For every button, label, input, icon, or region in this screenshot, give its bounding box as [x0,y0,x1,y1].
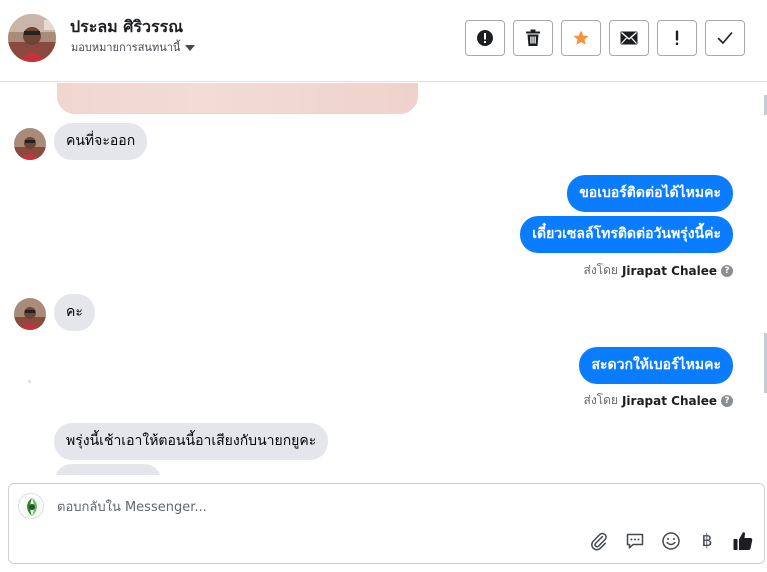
baht-icon: ฿ [701,531,713,551]
image-attachment[interactable] [57,83,418,114]
spam-button[interactable] [465,20,505,56]
mark-done-button[interactable] [705,20,745,56]
incoming-message[interactable]: คนที่จะออก [54,123,148,160]
sent-by-name[interactable]: Jirapat Chalee [622,394,717,408]
incoming-message[interactable]: พรุ่งนี้เช้าเอาให้ตอนนี้อาเสียงกับนายกยู… [54,423,329,460]
saved-reply-icon [626,533,644,549]
caret-down-icon [185,44,196,51]
alert-circle-icon [477,30,493,46]
trash-icon [526,29,540,46]
conversation-actions [465,20,745,56]
payment-button[interactable]: ฿ [696,530,718,552]
sent-by-name[interactable]: Jirapat Chalee [622,264,717,278]
outgoing-message[interactable]: สะดวกให้เบอร์ไหมคะ [579,347,733,384]
conversation-header: ประลม ศิริวรรณ มอบหมายการสนทนานี้ [0,0,767,82]
contact-avatar-small [14,298,46,330]
sent-by-prefix: ส่งโดย [583,393,618,407]
star-icon [573,30,589,45]
contact-avatar[interactable] [8,14,56,62]
reply-input[interactable] [57,496,737,518]
inbox-conversation-panel: ประลม ศิริวรรณ มอบหมายการสนทนานี้ คนที่จ… [0,0,767,572]
sent-by-prefix: ส่งโดย [583,263,618,277]
saved-replies-button[interactable] [624,530,646,552]
divider-dot [28,380,31,383]
sent-by-label: ส่งโดย Jirapat Chalee ? [583,391,733,410]
assign-conversation-dropdown[interactable]: มอบหมายการสนทนานี้ [71,38,196,56]
assign-label: มอบหมายการสนทนานี้ [71,41,181,54]
envelope-icon [620,31,638,45]
page-logo [18,493,44,519]
contact-avatar-small [14,128,46,160]
like-button[interactable] [732,530,754,552]
help-icon[interactable]: ? [721,264,733,277]
incoming-message-partial[interactable] [54,464,162,475]
emoji-button[interactable] [660,530,682,552]
sent-by-label: ส่งโดย Jirapat Chalee ? [583,261,733,280]
outgoing-message[interactable]: ขอเบอร์ติดต่อได้ไหมคะ [567,175,733,212]
emoji-icon [662,532,680,550]
exclamation-icon [675,30,679,46]
follow-up-button[interactable] [657,20,697,56]
help-icon[interactable]: ? [721,394,733,407]
reply-composer: ฿ [8,483,765,564]
contact-name[interactable]: ประลม ศิริวรรณ [70,15,183,40]
mark-unread-button[interactable] [609,20,649,56]
attach-file-button[interactable] [588,530,610,552]
star-button[interactable] [561,20,601,56]
message-thread[interactable]: คนที่จะออก ขอเบอร์ติดต่อได้ไหมคะ เดี๋ยวเ… [0,83,767,475]
incoming-message[interactable]: คะ [54,294,95,331]
delete-button[interactable] [513,20,553,56]
paperclip-icon [591,532,607,551]
thumbs-up-icon [733,532,753,550]
composer-tools: ฿ [588,530,754,552]
check-icon [717,32,733,44]
outgoing-message[interactable]: เดี๋ยวเซลล์โทรติดต่อวันพรุ่งนี้ค่ะ [520,216,733,253]
